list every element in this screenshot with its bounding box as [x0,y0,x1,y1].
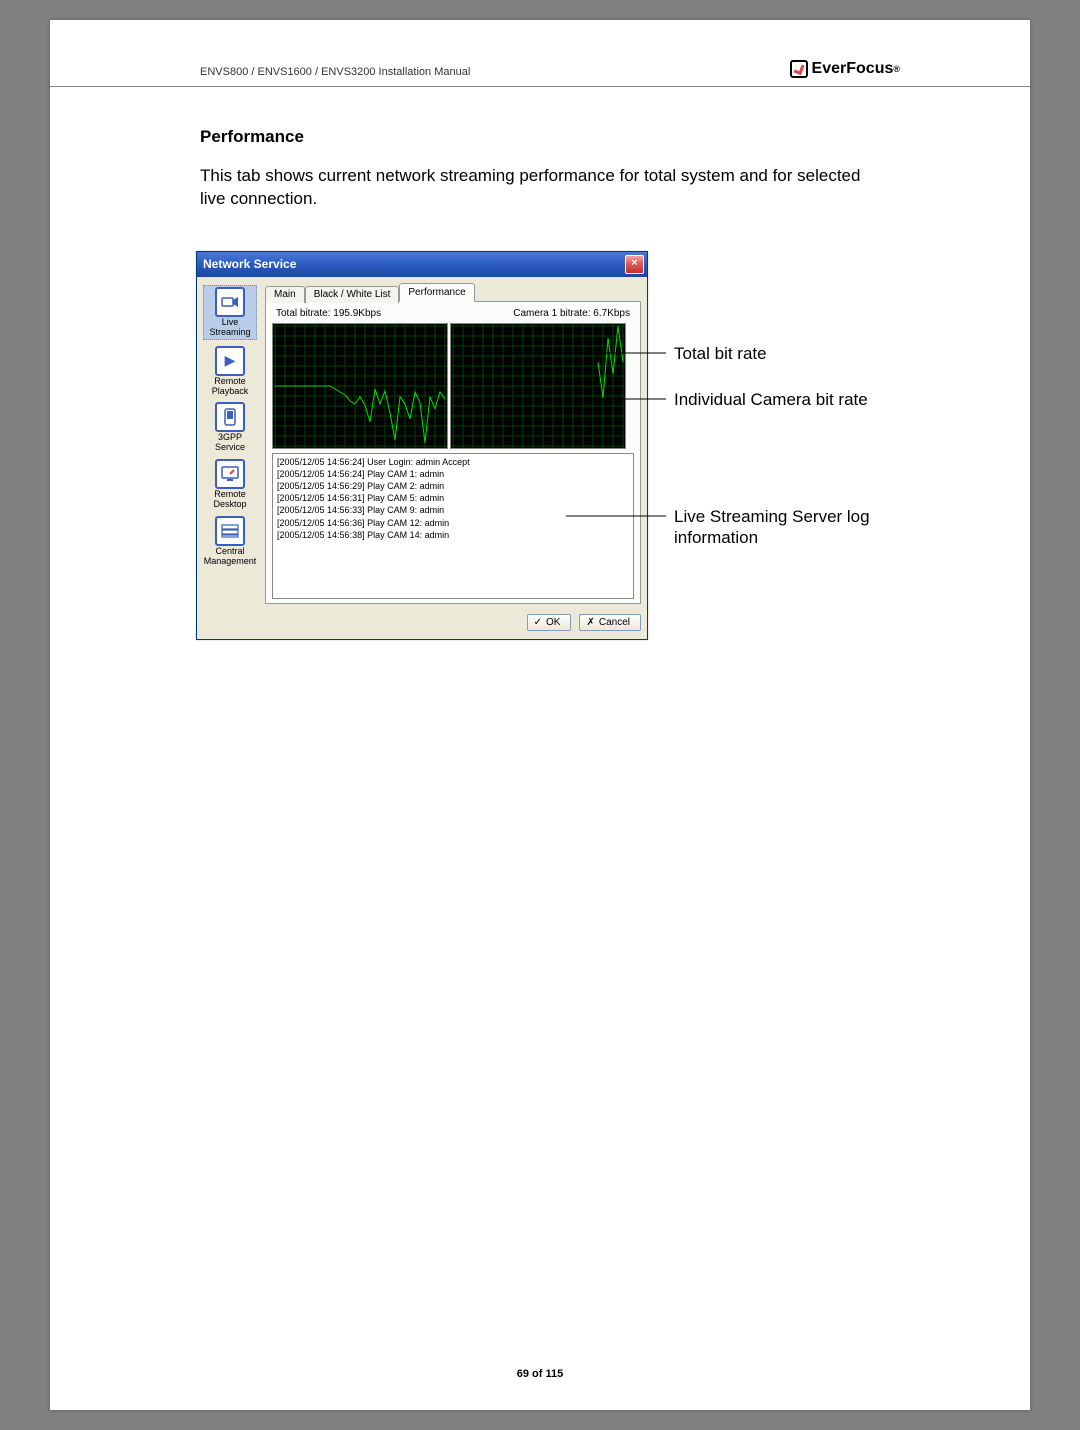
play-icon: ▶ [215,346,245,376]
sidebar-item-remote-desktop[interactable]: Remote Desktop [203,459,257,510]
log-line: [2005/12/05 14:56:24] Play CAM 1: admin [277,468,629,480]
server-icon [215,516,245,546]
figure-container: Network Service × Live Streaming ▶ [196,251,880,640]
sidebar-item-label: 3GPP Service [203,433,257,453]
dialog-titlebar[interactable]: Network Service × [197,252,647,277]
tab-label: Black / White List [314,289,391,300]
sidebar-item-label: Live Streaming [208,318,252,338]
tab-main[interactable]: Main [265,286,305,303]
dialog-title: Network Service [203,257,296,271]
sidebar-item-label: Central Management [203,547,257,567]
page-content: Performance This tab shows current netwo… [50,127,1030,640]
log-box[interactable]: [2005/12/05 14:56:24] User Login: admin … [272,453,634,599]
chart-canvas [451,324,625,448]
log-line: [2005/12/05 14:56:24] User Login: admin … [277,456,629,468]
tab-label: Performance [408,287,465,298]
document-page: ENVS800 / ENVS1600 / ENVS3200 Installati… [50,20,1030,1410]
page-footer: 69 of 115 [50,1368,1030,1380]
tab-label: Main [274,289,296,300]
camera-bitrate-chart [450,323,626,449]
desktop-icon [215,459,245,489]
brand-name: EverFocus [812,60,894,78]
check-icon: ✓ [534,617,542,628]
dialog-sidebar: Live Streaming ▶ Remote Playback 3GPP Se… [203,283,257,604]
sidebar-item-central-management[interactable]: Central Management [203,516,257,567]
button-label: Cancel [599,617,630,628]
network-service-dialog: Network Service × Live Streaming ▶ [196,251,648,640]
tab-page-performance: Total bitrate: 195.9Kbps Camera 1 bitrat… [265,301,641,604]
doc-title: ENVS800 / ENVS1600 / ENVS3200 Installati… [200,66,470,78]
bitrate-labels: Total bitrate: 195.9Kbps Camera 1 bitrat… [272,308,634,323]
log-line: [2005/12/05 14:56:33] Play CAM 9: admin [277,504,629,516]
chart-canvas [273,324,447,448]
total-bitrate-chart [272,323,448,449]
ok-button[interactable]: ✓ OK [527,614,572,631]
tab-performance[interactable]: Performance [399,283,474,302]
section-body: This tab shows current network streaming… [200,165,880,211]
charts-row [272,323,634,449]
close-icon[interactable]: × [625,255,644,274]
dialog-button-row: ✓ OK ✗ Cancel [197,608,647,639]
callout-individual-camera-bitrate: Individual Camera bit rate [674,389,874,410]
total-bitrate-label: Total bitrate: 195.9Kbps [276,308,381,319]
log-line: [2005/12/05 14:56:36] Play CAM 12: admin [277,517,629,529]
log-line: [2005/12/05 14:56:38] Play CAM 14: admin [277,529,629,541]
sidebar-item-3gpp-service[interactable]: 3GPP Service [203,402,257,453]
camera-icon [215,287,245,317]
sidebar-item-live-streaming[interactable]: Live Streaming [203,285,257,340]
registered-mark: ® [893,64,900,74]
logo-icon [790,60,808,78]
sidebar-item-label: Remote Playback [203,377,257,397]
cancel-button[interactable]: ✗ Cancel [579,614,641,631]
dialog-main-panel: Main Black / White List Performance Tota… [257,283,641,604]
tab-black-white-list[interactable]: Black / White List [305,286,400,303]
camera-bitrate-label: Camera 1 bitrate: 6.7Kbps [513,308,630,319]
phone-icon [215,402,245,432]
callout-log-info: Live Streaming Server log information [674,506,894,549]
log-line: [2005/12/05 14:56:29] Play CAM 2: admin [277,480,629,492]
section-title: Performance [200,127,880,147]
dialog-body: Live Streaming ▶ Remote Playback 3GPP Se… [197,277,647,608]
brand-logo: EverFocus® [790,60,900,78]
page-header: ENVS800 / ENVS1600 / ENVS3200 Installati… [50,60,1030,87]
callout-total-bitrate: Total bit rate [674,343,874,364]
tab-strip: Main Black / White List Performance [265,283,641,302]
x-icon: ✗ [586,617,594,628]
sidebar-item-label: Remote Desktop [203,490,257,510]
log-line: [2005/12/05 14:56:31] Play CAM 5: admin [277,492,629,504]
button-label: OK [546,617,560,628]
sidebar-item-remote-playback[interactable]: ▶ Remote Playback [203,346,257,397]
